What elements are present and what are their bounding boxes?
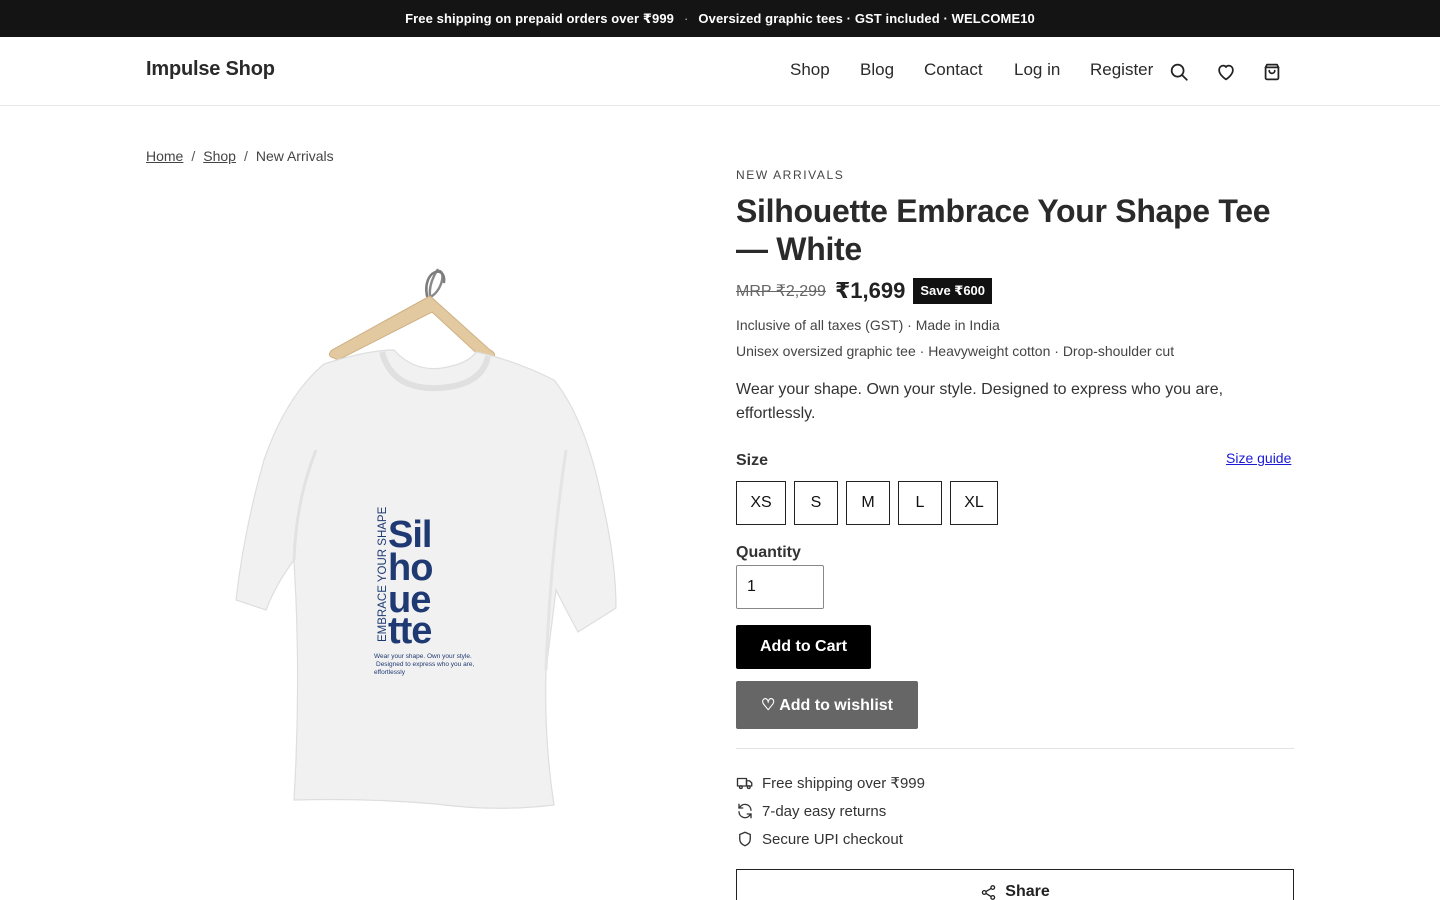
announcement-bar: Free shipping on prepaid orders over ₹99… <box>0 0 1440 37</box>
perk-returns: 7-day easy returns <box>736 802 886 820</box>
breadcrumb-separator: / <box>243 148 248 164</box>
breadcrumb-shop[interactable]: Shop <box>203 148 236 164</box>
hanger-wood <box>328 295 496 361</box>
nav-shop[interactable]: Shop <box>790 60 830 80</box>
print-tagline: effortlessly <box>374 669 406 676</box>
size-options: XS S M L XL <box>736 481 1006 525</box>
product-image[interactable]: EMBRACE YOUR SHAPE Sil ho ue tte Wear yo… <box>146 200 706 880</box>
perk-secure: Secure UPI checkout <box>736 830 903 848</box>
breadcrumb-separator: / <box>191 148 196 164</box>
perk-label: Free shipping over ₹999 <box>762 775 925 792</box>
tax-note: Inclusive of all taxes (GST) · Made in I… <box>736 317 1000 333</box>
site-header: Impulse Shop Shop Blog Contact Log in Re… <box>0 37 1440 106</box>
size-guide-link[interactable]: Size guide <box>1226 450 1291 466</box>
perk-shipping: Free shipping over ₹999 <box>736 774 925 792</box>
share-label: Share <box>1005 883 1050 900</box>
size-option-l[interactable]: L <box>898 481 942 525</box>
save-badge: Save ₹600 <box>913 278 993 304</box>
size-option-xl[interactable]: XL <box>950 481 998 525</box>
product-collection: NEW ARRIVALS <box>736 168 845 182</box>
breadcrumb-current: New Arrivals <box>255 148 334 164</box>
perk-label: Secure UPI checkout <box>762 830 903 848</box>
nav-register[interactable]: Register <box>1090 60 1153 80</box>
print-line: tte <box>388 610 431 652</box>
breadcrumb: Home / Shop / New Arrivals <box>146 148 334 164</box>
print-tagline: Wear your shape. Own your style. <box>374 653 472 660</box>
truck-icon <box>736 777 753 790</box>
search-icon[interactable] <box>1166 59 1192 85</box>
share-icon <box>982 884 996 900</box>
announcement-shipping: Free shipping on prepaid orders over ₹99… <box>405 10 674 26</box>
add-to-cart-button[interactable]: Add to Cart <box>736 625 871 669</box>
heart-icon[interactable] <box>1213 59 1239 85</box>
quantity-label: Quantity <box>736 544 801 561</box>
size-option-xs[interactable]: XS <box>736 481 786 525</box>
share-button[interactable]: Share <box>736 869 1294 900</box>
nav-contact[interactable]: Contact <box>924 60 983 80</box>
product-title: Silhouette Embrace Your Shape Tee — Whit… <box>736 193 1271 267</box>
sale-price: ₹1,699 <box>834 278 906 303</box>
breadcrumb-home[interactable]: Home <box>146 148 183 164</box>
announcement-promo: Oversized graphic tees · GST included · … <box>698 11 1035 26</box>
refresh-icon <box>738 803 752 819</box>
add-to-wishlist-button[interactable]: ♡ Add to wishlist <box>736 681 918 729</box>
size-label: Size <box>736 452 769 469</box>
quantity-input[interactable] <box>736 565 824 609</box>
site-logo[interactable]: Impulse Shop <box>146 58 275 81</box>
size-option-s[interactable]: S <box>794 481 838 525</box>
tshirt-illustration: EMBRACE YOUR SHAPE Sil ho ue tte Wear yo… <box>235 268 617 809</box>
perk-label: 7-day easy returns <box>762 802 887 820</box>
nav-blog[interactable]: Blog <box>860 60 894 80</box>
spec-note: Unisex oversized graphic tee · Heavyweig… <box>736 343 1175 359</box>
shield-icon <box>739 831 751 847</box>
product-description: Wear your shape. Own your style. Designe… <box>736 381 1224 422</box>
divider <box>736 748 1294 749</box>
cart-icon[interactable] <box>1259 59 1285 85</box>
print-tagline: Designed to express who you are, <box>376 661 474 668</box>
price-row: MRP ₹2,299 ₹1,699 Save ₹600 <box>736 278 993 304</box>
mrp-price: MRP ₹2,299 <box>736 283 826 300</box>
announcement-separator: · <box>683 11 689 26</box>
nav-login[interactable]: Log in <box>1014 60 1060 80</box>
size-option-m[interactable]: M <box>846 481 890 525</box>
